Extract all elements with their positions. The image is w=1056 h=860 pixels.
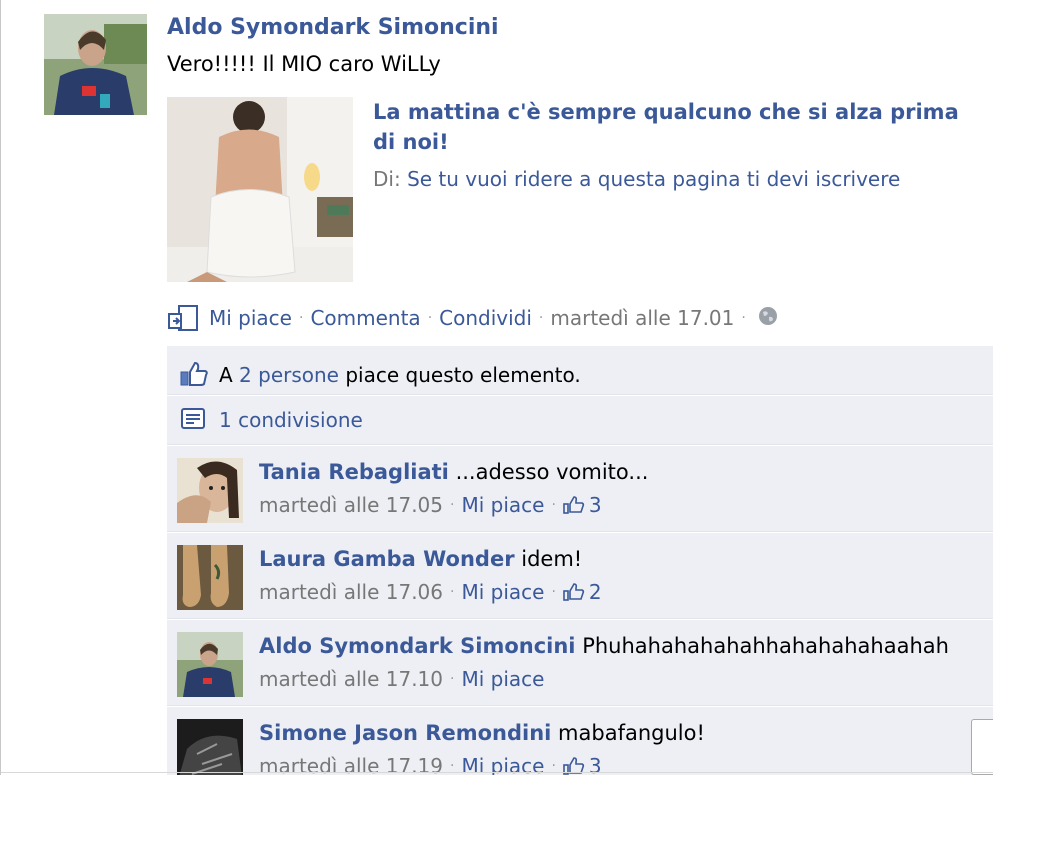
share-button[interactable]: Condividi (439, 306, 532, 330)
thumbs-up-icon (179, 361, 209, 389)
feedback-box: A 2 persone piace questo elemento. 1 con… (167, 345, 993, 775)
comment-author-avatar[interactable] (177, 545, 243, 610)
comment-text: idem! (521, 547, 583, 571)
separator-dot: · (551, 584, 556, 600)
comment-like-number: 3 (588, 493, 602, 517)
likes-prefix: A (219, 363, 233, 387)
comment-text: ...adesso vomito... (455, 460, 649, 484)
comment-item: Laura Gamba Wonder idem! martedì alle 17… (167, 532, 993, 619)
separator-dot: · (741, 310, 746, 326)
separator-dot: · (298, 310, 304, 326)
comment-author[interactable]: Aldo Symondark Simoncini (259, 634, 576, 658)
like-page-icon (167, 304, 199, 332)
comment-like-count[interactable]: 3 (563, 493, 602, 517)
comment-timestamp[interactable]: martedì alle 17.06 (259, 580, 443, 604)
attachment-source: Di: Se tu vuoi ridere a questa pagina ti… (373, 167, 900, 191)
chat-sidebar-tab[interactable] (971, 719, 993, 775)
comment-like-button[interactable]: Mi piace (461, 493, 544, 517)
attachment-source-prefix: Di: (373, 167, 401, 191)
likes-summary-row: A 2 persone piace questo elemento. (167, 345, 993, 395)
comment-like-number: 2 (588, 580, 602, 604)
post-author-name[interactable]: Aldo Symondark Simoncini (167, 15, 499, 40)
comment-body: Laura Gamba Wonder idem! (259, 547, 582, 571)
thumbs-up-icon (563, 583, 585, 601)
comment-author[interactable]: Simone Jason Remondini (259, 721, 551, 745)
post-message: Vero!!!!! Il MIO caro WiLLy (167, 52, 441, 76)
shares-icon (179, 406, 209, 434)
comment-meta: martedì alle 17.10 · Mi piace (259, 667, 544, 691)
comment-body: Simone Jason Remondini mabafangulo! (259, 721, 705, 745)
comment-author-avatar[interactable] (177, 458, 243, 523)
separator-dot: · (427, 310, 433, 326)
post-action-bar: Mi piace · Commenta · Condividi · marted… (167, 304, 779, 332)
comment-author[interactable]: Tania Rebagliati (259, 460, 449, 484)
comment-timestamp[interactable]: martedì alle 17.05 (259, 493, 443, 517)
comment-item: Aldo Symondark Simoncini Phuhahahahahahh… (167, 619, 993, 706)
comment-meta: martedì alle 17.05 · Mi piace · 3 (259, 493, 602, 517)
viewport-bottom-edge (1, 772, 993, 773)
shares-link[interactable]: 1 condivisione (219, 408, 363, 432)
likes-suffix: piace questo elemento. (345, 363, 581, 387)
feed-viewport: Aldo Symondark Simoncini Vero!!!!! Il MI… (0, 0, 1056, 775)
comment-item: Tania Rebagliati ...adesso vomito... mar… (167, 445, 993, 532)
comment-timestamp[interactable]: martedì alle 17.10 (259, 667, 443, 691)
comment-button[interactable]: Commenta (310, 306, 420, 330)
comment-author-avatar[interactable] (177, 719, 243, 775)
separator-dot: · (450, 497, 455, 513)
globe-icon[interactable] (757, 305, 779, 332)
attachment-source-link[interactable]: Se tu vuoi ridere a questa pagina ti dev… (407, 167, 900, 191)
comment-body: Aldo Symondark Simoncini Phuhahahahahahh… (259, 634, 949, 658)
comment-like-count[interactable]: 2 (563, 580, 602, 604)
likes-people-link[interactable]: 2 persone (239, 363, 339, 387)
comment-meta: martedì alle 17.06 · Mi piace · 2 (259, 580, 602, 604)
comment-author-avatar[interactable] (177, 632, 243, 697)
comment-author[interactable]: Laura Gamba Wonder (259, 547, 515, 571)
attachment-thumbnail[interactable] (167, 97, 353, 282)
separator-dot: · (450, 671, 455, 687)
shares-row: 1 condivisione (167, 395, 993, 445)
thumbs-up-icon (563, 496, 585, 514)
comment-text: mabafangulo! (558, 721, 705, 745)
comment-body: Tania Rebagliati ...adesso vomito... (259, 460, 648, 484)
comment-text: Phuhahahahahahhahahahahaahah (582, 634, 949, 658)
separator-dot: · (538, 310, 544, 326)
comment-like-button[interactable]: Mi piace (461, 580, 544, 604)
separator-dot: · (450, 584, 455, 600)
separator-dot: · (551, 497, 556, 513)
like-button[interactable]: Mi piace (209, 306, 292, 330)
post-author-avatar[interactable] (44, 14, 147, 115)
attachment-title[interactable]: La mattina c'è sempre qualcuno che si al… (373, 97, 983, 157)
comment-item: Simone Jason Remondini mabafangulo! mart… (167, 706, 993, 775)
post-timestamp[interactable]: martedì alle 17.01 (550, 306, 734, 330)
comment-like-button[interactable]: Mi piace (461, 667, 544, 691)
